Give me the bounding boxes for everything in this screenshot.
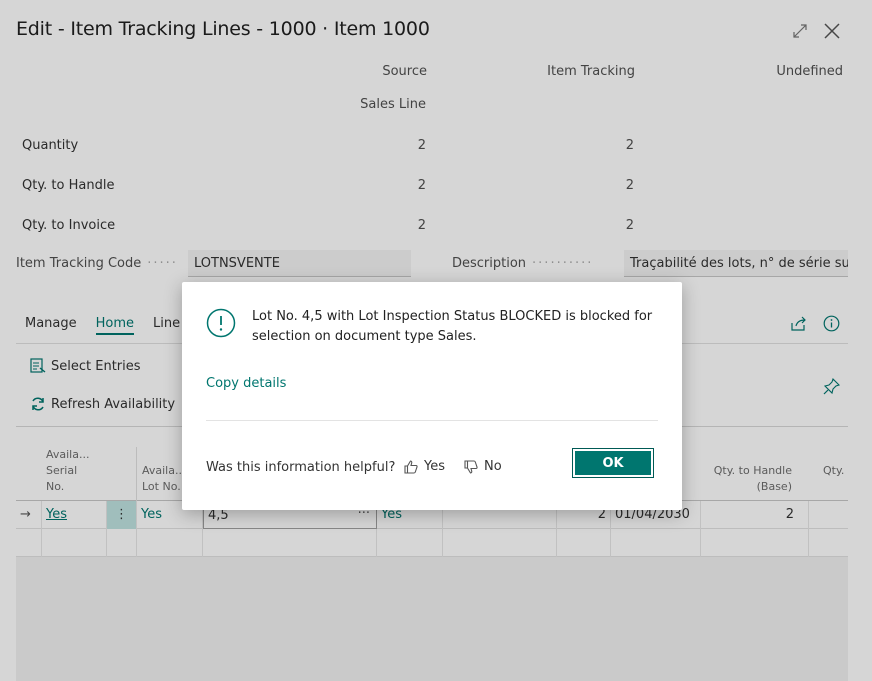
exclamation-icon <box>206 308 236 338</box>
dialog-message: Lot No. 4,5 with Lot Inspection Status B… <box>252 309 653 344</box>
dialog-divider <box>206 420 658 421</box>
helpful-question: Was this information helpful? <box>206 460 396 475</box>
thumbs-down-icon <box>464 459 478 474</box>
ok-button[interactable]: OK <box>572 448 654 478</box>
error-dialog: Lot No. 4,5 with Lot Inspection Status B… <box>182 282 682 510</box>
thumbs-up-icon <box>404 459 418 474</box>
helpful-no-button[interactable]: No <box>464 459 502 474</box>
helpful-yes-button[interactable]: Yes <box>404 459 445 474</box>
copy-details-link[interactable]: Copy details <box>206 376 286 391</box>
